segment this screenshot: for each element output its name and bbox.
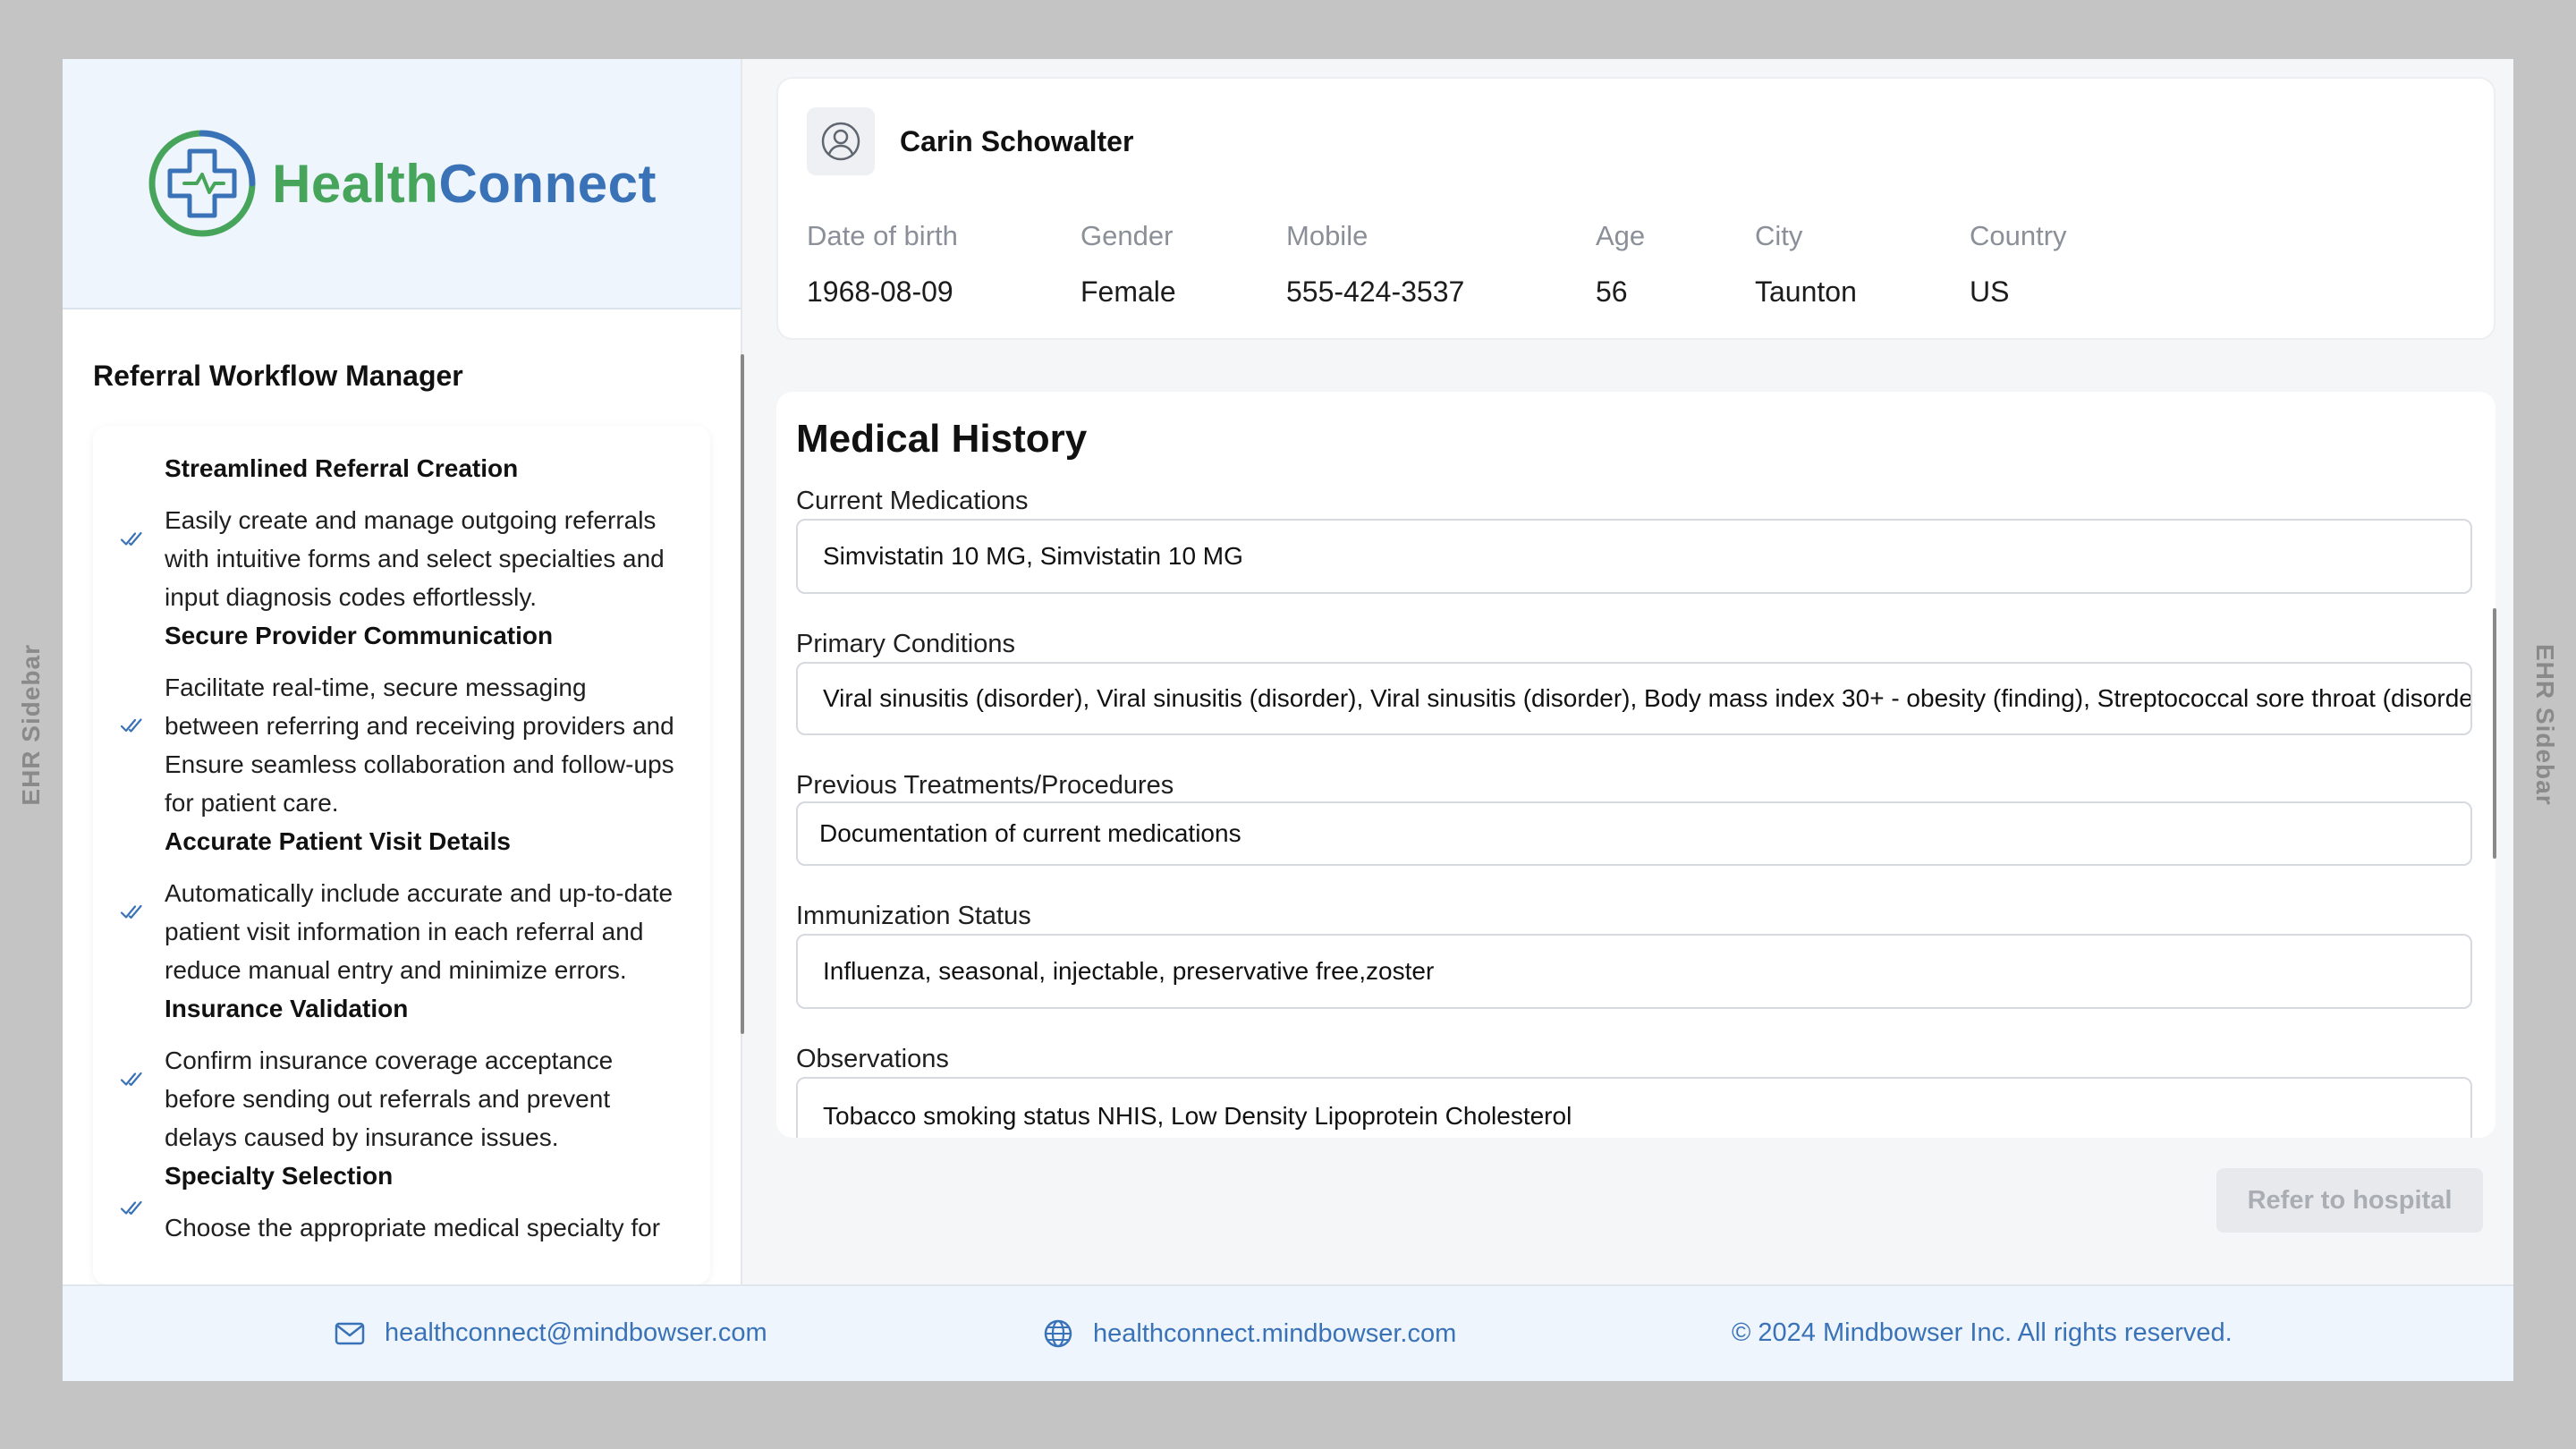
section-title: Medical History: [796, 417, 1088, 461]
field-value: 56: [1596, 275, 1628, 308]
brand-name: HealthConnect: [272, 153, 657, 215]
previous-treatments-field[interactable]: Documentation of current medications: [796, 801, 2472, 866]
mail-icon: [335, 1322, 365, 1344]
field-value: 1968-08-09: [807, 275, 953, 308]
patient-field-mobile: Mobile 555-424-3537: [1286, 220, 1464, 309]
feature-description: Facilitate real-time, secure messaging b…: [165, 674, 674, 817]
feature-item: Secure Provider Communication Facilitate…: [120, 620, 683, 822]
feature-title: Specialty Selection: [165, 1162, 394, 1190]
field-value: Taunton: [1755, 275, 1857, 308]
ehr-sidebar-tab-label: EHR Sidebar: [2531, 643, 2559, 806]
feature-title: Accurate Patient Visit Details: [165, 827, 511, 855]
patient-field-gender: Gender Female: [1080, 220, 1176, 309]
feature-item: Specialty Selection Choose the appropria…: [120, 1160, 683, 1247]
field-label: Date of birth: [807, 220, 958, 251]
logo: HealthConnect: [63, 59, 741, 309]
patient-field-country: Country US: [1970, 220, 2067, 309]
footer-email-link[interactable]: healthconnect@mindbowser.com: [385, 1318, 767, 1348]
feature-item: Insurance Validation Confirm insurance c…: [120, 993, 683, 1157]
double-check-icon: [120, 1072, 142, 1087]
field-label: Mobile: [1286, 220, 1368, 251]
patient-field-dob: Date of birth 1968-08-09: [807, 220, 958, 309]
current-medications-field[interactable]: Simvistatin 10 MG, Simvistatin 10 MG: [796, 519, 2472, 594]
field-value: US: [1970, 275, 2010, 308]
brand-part-connect: Connect: [438, 153, 657, 214]
field-label: Gender: [1080, 220, 1174, 251]
feature-description: Confirm insurance coverage acceptance be…: [165, 1046, 614, 1151]
feature-title: Streamlined Referral Creation: [165, 454, 519, 482]
ehr-sidebar-tab-left[interactable]: EHR Sidebar: [0, 0, 63, 1449]
footer: healthconnect@mindbowser.com healthconne…: [63, 1284, 2513, 1381]
current-medications-label: Current Medications: [796, 487, 1029, 515]
history-scrollbar[interactable]: [2493, 608, 2496, 859]
feature-title: Secure Provider Communication: [165, 622, 554, 649]
feature-description: Automatically include accurate and up-to…: [165, 879, 674, 984]
feature-item: Accurate Patient Visit Details Automatic…: [120, 826, 683, 989]
brand-part-health: Health: [272, 153, 439, 214]
footer-email[interactable]: healthconnect@mindbowser.com: [335, 1318, 767, 1348]
observations-field[interactable]: Tobacco smoking status NHIS, Low Density…: [796, 1077, 2472, 1138]
patient-name: Carin Schowalter: [900, 125, 1134, 157]
double-check-icon: [120, 718, 142, 733]
immunization-status-label: Immunization Status: [796, 902, 1031, 930]
copyright-text: © 2024 Mindbowser Inc. All rights reserv…: [1732, 1318, 2233, 1347]
primary-conditions-field[interactable]: Viral sinusitis (disorder), Viral sinusi…: [796, 662, 2472, 735]
feature-item: Streamlined Referral Creation Easily cre…: [120, 453, 683, 616]
patient-field-city: City Taunton: [1755, 220, 1857, 309]
avatar: [807, 107, 875, 175]
patient-field-age: Age 56: [1596, 220, 1645, 309]
footer-website-link[interactable]: healthconnect.mindbowser.com: [1093, 1319, 1456, 1349]
healthconnect-logo-icon: [148, 130, 256, 237]
feature-title: Insurance Validation: [165, 995, 409, 1022]
sidebar-scrollbar[interactable]: [741, 354, 744, 1034]
app-window: HealthConnect Referral Workflow Manager …: [63, 59, 2513, 1381]
field-value: Female: [1080, 275, 1176, 308]
immunization-status-field[interactable]: Influenza, seasonal, injectable, preserv…: [796, 934, 2472, 1009]
ehr-sidebar-tab-label: EHR Sidebar: [17, 643, 45, 806]
feature-description: Easily create and manage outgoing referr…: [165, 506, 665, 611]
double-check-icon: [120, 904, 142, 919]
user-circle-icon: [821, 122, 860, 161]
field-label: Country: [1970, 220, 2067, 251]
primary-conditions-label: Primary Conditions: [796, 630, 1015, 658]
refer-to-hospital-button[interactable]: Refer to hospital: [2216, 1168, 2483, 1233]
ehr-sidebar-tab-right[interactable]: EHR Sidebar: [2513, 0, 2576, 1449]
field-label: Age: [1596, 220, 1646, 251]
feature-description: Choose the appropriate medical specialty…: [165, 1214, 661, 1241]
patient-card: Carin Schowalter Date of birth 1968-08-0…: [776, 77, 2496, 340]
footer-website[interactable]: healthconnect.mindbowser.com: [1043, 1318, 1456, 1349]
globe-icon: [1044, 1319, 1072, 1348]
double-check-icon: [120, 1200, 142, 1216]
feature-list: Streamlined Referral Creation Easily cre…: [93, 426, 710, 1284]
field-value: 555-424-3537: [1286, 275, 1465, 308]
footer-copyright: © 2024 Mindbowser Inc. All rights reserv…: [1732, 1318, 2233, 1348]
sidebar-title: Referral Workflow Manager: [93, 360, 463, 392]
double-check-icon: [120, 531, 142, 547]
medical-history-panel: Medical History Current Medications Simv…: [776, 392, 2496, 1138]
sidebar: HealthConnect Referral Workflow Manager …: [63, 59, 742, 1284]
previous-treatments-label: Previous Treatments/Procedures: [796, 771, 1174, 800]
field-label: City: [1755, 220, 1803, 251]
observations-label: Observations: [796, 1045, 949, 1073]
